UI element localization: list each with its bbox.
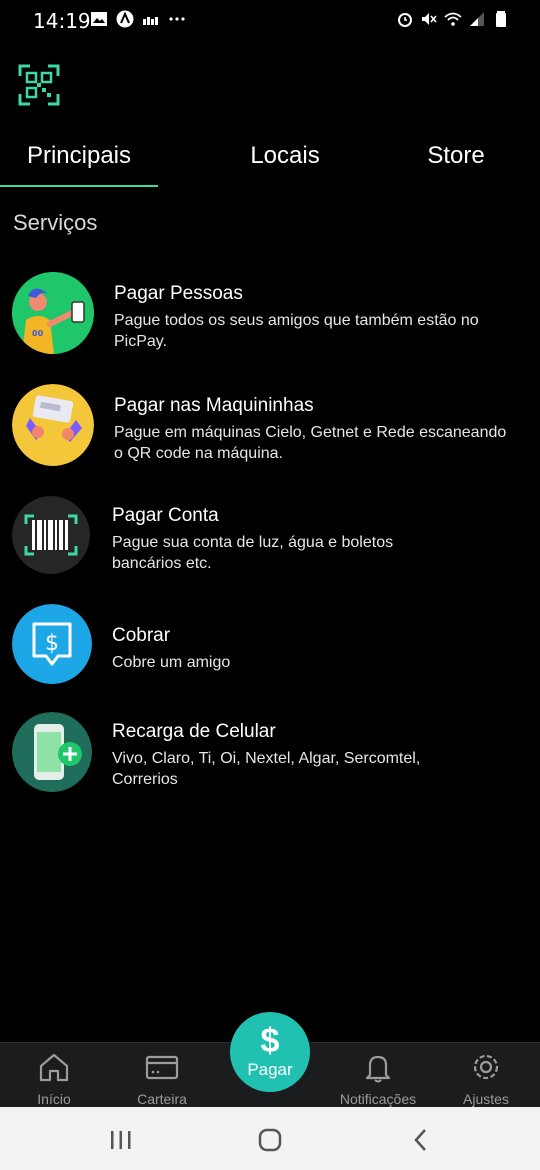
signal-bars-icon — [143, 17, 158, 25]
tab-principais[interactable]: Principais — [0, 128, 158, 188]
android-navigation-bar — [0, 1107, 540, 1170]
dollar-icon: $ — [260, 1022, 280, 1060]
service-description: Cobre um amigo — [112, 654, 231, 671]
service-title: Pagar Conta — [112, 505, 219, 526]
service-text: Pagar Pessoas Pague todos os seus amigos… — [114, 282, 514, 352]
image-icon — [91, 12, 107, 26]
gear-icon — [473, 1054, 499, 1080]
mute-icon — [422, 13, 437, 25]
qr-code-button[interactable] — [18, 64, 60, 106]
service-description: Pague todos os seus amigos que também es… — [114, 312, 479, 350]
alarm-icon — [398, 13, 412, 27]
tab-bar: Principais Locais Store — [0, 128, 540, 188]
status-right-icons — [396, 10, 510, 28]
service-description: Pague sua conta de luz, água e boletos b… — [112, 534, 394, 572]
service-text: Recarga de Celular Vivo, Claro, Ti, Oi, … — [112, 720, 472, 790]
more-icon — [169, 17, 185, 21]
app-icon — [116, 10, 134, 28]
service-pagar-conta[interactable]: Pagar Conta Pague sua conta de luz, água… — [0, 496, 540, 576]
home-icon — [39, 1053, 69, 1082]
home-button-icon[interactable] — [255, 1125, 285, 1155]
pay-button-label: Pagar — [247, 1060, 293, 1079]
nav-label: Carteira — [137, 1091, 187, 1107]
svg-text:$: $ — [45, 631, 59, 656]
nav-notificacoes[interactable]: Notificações — [330, 1043, 426, 1108]
charge-dollar-icon: $ — [12, 604, 92, 684]
service-cobrar[interactable]: $ Cobrar Cobre um amigo — [0, 604, 540, 684]
pay-button[interactable]: $ Pagar — [230, 1012, 310, 1092]
service-text: Pagar Conta Pague sua conta de luz, água… — [112, 504, 442, 574]
service-title: Pagar Pessoas — [114, 283, 243, 304]
wallet-icon — [145, 1055, 179, 1080]
nav-label: Ajustes — [463, 1091, 509, 1107]
section-title: Serviços — [13, 210, 98, 235]
service-description: Pague em máquinas Cielo, Getnet e Rede e… — [114, 424, 507, 462]
service-pagar-maquininhas[interactable]: Pagar nas Maquininhas Pague em máquinas … — [0, 384, 540, 468]
tab-store[interactable]: Store — [400, 128, 512, 188]
service-text: Pagar nas Maquininhas Pague em máquinas … — [114, 394, 514, 464]
nav-carteira[interactable]: Carteira — [124, 1043, 200, 1108]
signal-icon — [470, 12, 484, 26]
service-title: Pagar nas Maquininhas — [114, 395, 314, 416]
nav-label: Notificações — [339, 1091, 417, 1107]
service-pagar-pessoas[interactable]: 00 Pagar Pessoas Pague todos os seus ami… — [0, 272, 540, 356]
back-icon[interactable] — [406, 1125, 436, 1155]
service-recarga-celular[interactable]: Recarga de Celular Vivo, Claro, Ti, Oi, … — [0, 712, 540, 792]
pay-people-icon: 00 — [12, 272, 94, 354]
service-description: Vivo, Claro, Ti, Oi, Nextel, Algar, Serc… — [112, 750, 421, 788]
service-title: Cobrar — [112, 625, 171, 646]
bell-icon — [365, 1055, 391, 1083]
qr-code-icon — [18, 64, 60, 106]
card-machine-icon — [12, 384, 94, 466]
status-bar: 14:19 — [0, 0, 540, 40]
nav-ajustes[interactable]: Ajustes — [450, 1043, 522, 1108]
wifi-icon — [444, 12, 462, 26]
status-time: 14:19 — [33, 9, 91, 33]
nav-inicio[interactable]: Início — [20, 1043, 88, 1108]
nav-label: Início — [37, 1091, 71, 1107]
svg-text:00: 00 — [32, 329, 44, 338]
status-left-icons — [90, 10, 186, 28]
service-text: Cobrar Cobre um amigo — [112, 624, 442, 673]
tab-locais[interactable]: Locais — [210, 128, 360, 188]
recent-apps-icon[interactable] — [106, 1125, 136, 1155]
barcode-icon — [12, 496, 90, 574]
service-title: Recarga de Celular — [112, 721, 276, 742]
active-tab-indicator — [0, 185, 158, 187]
phone-recharge-icon — [12, 712, 92, 792]
battery-icon — [496, 11, 506, 27]
